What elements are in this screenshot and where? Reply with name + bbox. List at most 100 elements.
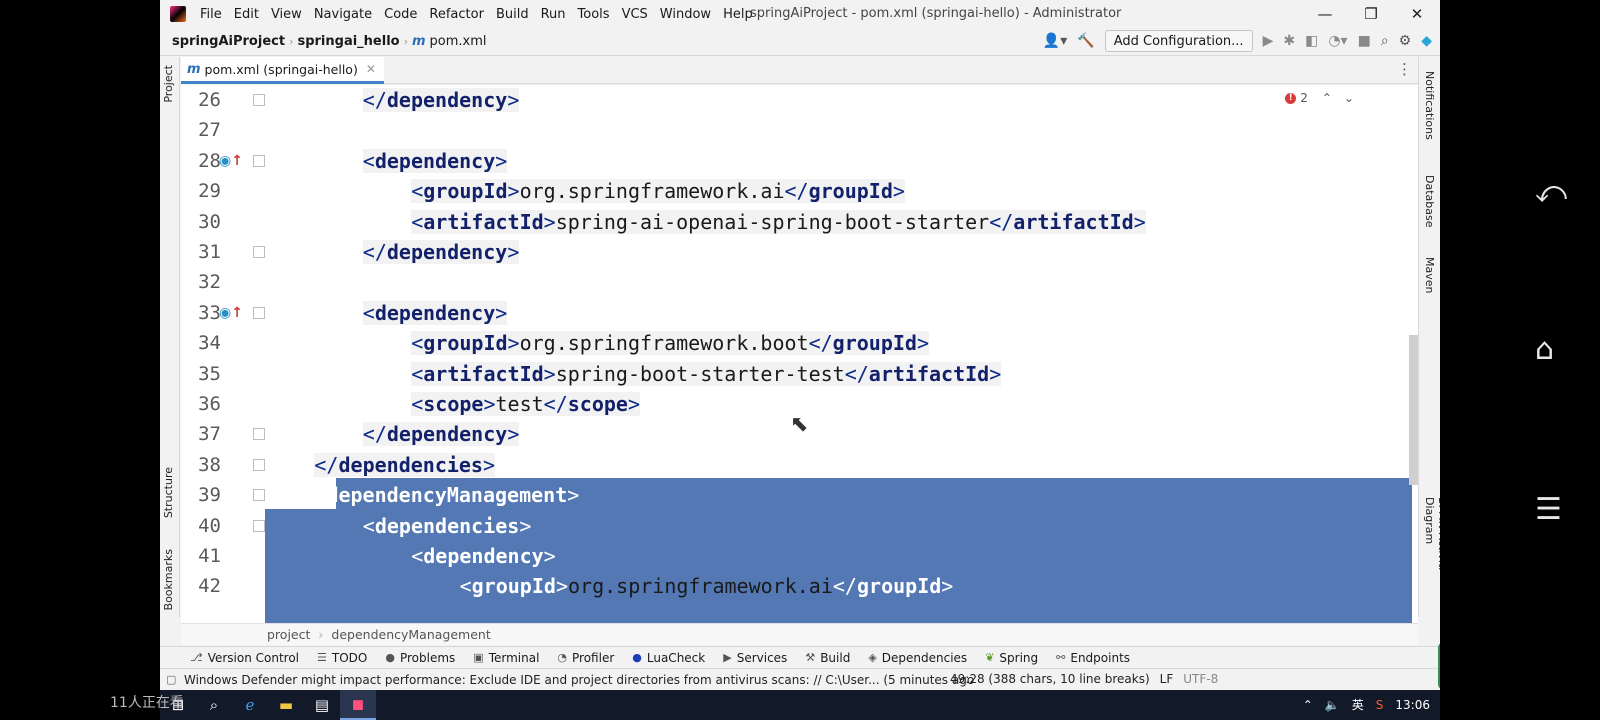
structure-tool-tab[interactable]: Structure — [162, 467, 175, 518]
database-tool-tab[interactable]: Database — [1423, 175, 1436, 228]
add-configuration-button[interactable]: Add Configuration... — [1104, 30, 1253, 52]
fold-marker-icon[interactable] — [253, 428, 265, 441]
code-line[interactable]: <artifactId>spring-boot-starter-test</ar… — [265, 359, 1401, 390]
notifications-tool-tab[interactable]: Notifications — [1423, 71, 1436, 140]
ime-toolbar[interactable]: 英 °, ☺ — [1438, 642, 1440, 690]
menu-navigate[interactable]: Navigate — [308, 7, 378, 22]
menu-edit[interactable]: Edit — [228, 7, 265, 22]
tool-problems[interactable]: ● Problems — [385, 651, 455, 665]
clock[interactable]: 13:06 — [1395, 698, 1430, 712]
ime-indicator[interactable]: 英 — [1352, 696, 1364, 713]
override-marker-icon[interactable]: ◉↑ — [219, 298, 243, 329]
menu-view[interactable]: View — [265, 7, 308, 22]
code-line[interactable]: <groupId>org.springframework.ai</groupId… — [265, 176, 1401, 207]
stop-icon[interactable]: ■ — [1358, 33, 1371, 49]
sogou-icon[interactable]: S — [1376, 698, 1384, 712]
gutter[interactable]: 26 27 28 ◉↑ 29 30 31 32 33 ◉↑ 34 35 36 37 38 39 40 41 42 — [181, 85, 265, 623]
code-line[interactable]: <dependencyManagement> — [265, 480, 1401, 511]
breadcrumb-project[interactable]: springAiProject — [172, 34, 285, 49]
fold-marker-icon[interactable] — [253, 519, 265, 532]
tool-endpoints[interactable]: ⚯ Endpoints — [1056, 651, 1130, 665]
coverage-icon[interactable]: ◧ — [1305, 33, 1318, 49]
code-editor[interactable]: ! 2 ⌃ ⌄ 26 27 28 ◉↑ 29 30 31 32 33 ◉↑ 34 35 36 37 38 39… — [181, 85, 1418, 623]
menu-file[interactable]: File — [194, 7, 228, 22]
code-line[interactable]: <artifactId>spring-ai-openai-spring-boot… — [265, 207, 1401, 238]
breadcrumb-module[interactable]: springai_hello — [297, 34, 399, 49]
code-area[interactable]: </dependency> <dependency> <groupId>org.sp… — [265, 85, 1401, 623]
fold-marker-icon[interactable] — [253, 458, 265, 471]
tool-todo[interactable]: ☰ TODO — [317, 651, 367, 665]
tool-dependencies[interactable]: ◈ Dependencies — [868, 651, 967, 665]
project-tool-tab[interactable]: Project — [162, 65, 175, 103]
breadcrumb-file[interactable]: m pom.xml — [412, 34, 487, 49]
menu-vcs[interactable]: VCS — [616, 7, 654, 22]
notepad-icon[interactable]: ▤ — [304, 690, 340, 720]
menu-code[interactable]: Code — [378, 7, 423, 22]
fold-marker-icon[interactable] — [253, 154, 265, 167]
fold-marker-icon[interactable] — [253, 94, 265, 106]
tool-terminal[interactable]: ▣ Terminal — [473, 651, 539, 665]
menu-build[interactable]: Build — [490, 7, 535, 22]
build-hammer-icon[interactable]: 🔨 — [1077, 33, 1094, 49]
intellij-taskbar-icon[interactable]: ◼ — [340, 690, 376, 720]
code-line[interactable] — [265, 267, 1401, 298]
edge-icon[interactable]: ℯ — [232, 690, 268, 720]
close-button[interactable]: ✕ — [1394, 0, 1440, 28]
code-line[interactable]: </dependencies> — [265, 450, 1401, 481]
profile-icon[interactable]: ◔▾ — [1328, 33, 1347, 49]
minimize-button[interactable]: — — [1302, 0, 1348, 28]
menu-tools[interactable]: Tools — [572, 7, 616, 22]
code-line[interactable]: <dependency> — [265, 541, 1401, 572]
editor-tab-pom[interactable]: m pom.xml (springai-hello) ✕ — [181, 57, 384, 84]
vertical-scrollbar[interactable] — [1409, 335, 1418, 485]
menu-icon[interactable]: ☰ — [1535, 492, 1562, 527]
structure-crumb-dependencymanagement[interactable]: dependencyManagement — [331, 627, 490, 642]
tool-luacheck[interactable]: ● LuaCheck — [632, 651, 705, 665]
home-icon[interactable]: ⌂ — [1535, 332, 1554, 367]
code-line[interactable]: </dependency> — [265, 85, 1401, 116]
gear-icon[interactable]: ⚙ — [1399, 33, 1412, 49]
structure-crumb-project[interactable]: project — [267, 627, 310, 642]
file-explorer-icon[interactable]: ▬ — [268, 690, 304, 720]
menu-window[interactable]: Window — [654, 7, 717, 22]
more-options-icon[interactable]: ⋮ — [1397, 60, 1412, 78]
code-line[interactable]: <dependency> — [265, 146, 1401, 177]
code-line[interactable] — [265, 115, 1401, 146]
search-icon[interactable]: ⌕ — [196, 690, 232, 720]
fold-marker-icon[interactable] — [253, 306, 265, 319]
code-line[interactable]: <scope>test</scope> — [265, 389, 1401, 420]
menu-run[interactable]: Run — [535, 7, 572, 22]
run-icon[interactable]: ▶ — [1263, 33, 1274, 49]
code-line[interactable]: <dependency> — [265, 298, 1401, 329]
bookmarks-tool-tab[interactable]: Bookmarks — [162, 549, 175, 610]
bpmn-tool-tab[interactable]: BPMN-Activiti-Diagram — [1423, 497, 1440, 617]
code-line[interactable]: <groupId>org.springframework.ai</groupId… — [265, 571, 1401, 602]
menu-refactor[interactable]: Refactor — [423, 7, 490, 22]
back-icon[interactable]: ⤺ — [1535, 175, 1567, 210]
close-icon[interactable]: ✕ — [366, 62, 376, 76]
tool-services[interactable]: ▶ Services — [723, 651, 787, 665]
chevron-up-icon[interactable]: ⌃ — [1303, 698, 1313, 712]
fold-marker-icon[interactable] — [253, 246, 265, 258]
caret-position[interactable]: 49:28 (388 chars, 10 line breaks) — [950, 672, 1150, 686]
override-marker-icon[interactable]: ◉↑ — [219, 146, 243, 177]
plugin-logo-icon[interactable]: ◆ — [1421, 33, 1432, 49]
line-separator[interactable]: LF — [1160, 672, 1174, 686]
status-toggle-icon[interactable]: ▢ — [166, 673, 176, 686]
tool-spring[interactable]: ❦ Spring — [985, 651, 1038, 665]
status-message[interactable]: Windows Defender might impact performanc… — [184, 673, 974, 687]
restore-button[interactable]: ❐ — [1348, 0, 1394, 28]
file-encoding[interactable]: UTF-8 — [1183, 672, 1218, 686]
tool-profiler[interactable]: ◔ Profiler — [557, 651, 614, 665]
code-line[interactable]: </dependency> — [265, 419, 1401, 450]
maven-tool-tab[interactable]: Maven — [1423, 257, 1436, 293]
tool-build[interactable]: ⚒ Build — [805, 651, 850, 665]
fold-marker-icon[interactable] — [253, 489, 265, 502]
code-line[interactable]: </dependency> — [265, 237, 1401, 268]
tool-version-control[interactable]: ⎇ Version Control — [190, 651, 299, 665]
debug-icon[interactable]: ✱ — [1283, 33, 1295, 49]
user-icon[interactable]: 👤▾ — [1043, 33, 1067, 49]
code-line[interactable]: <dependencies> — [265, 511, 1401, 542]
code-line[interactable]: <groupId>org.springframework.boot</group… — [265, 328, 1401, 359]
volume-icon[interactable]: 🔈 — [1325, 698, 1340, 712]
